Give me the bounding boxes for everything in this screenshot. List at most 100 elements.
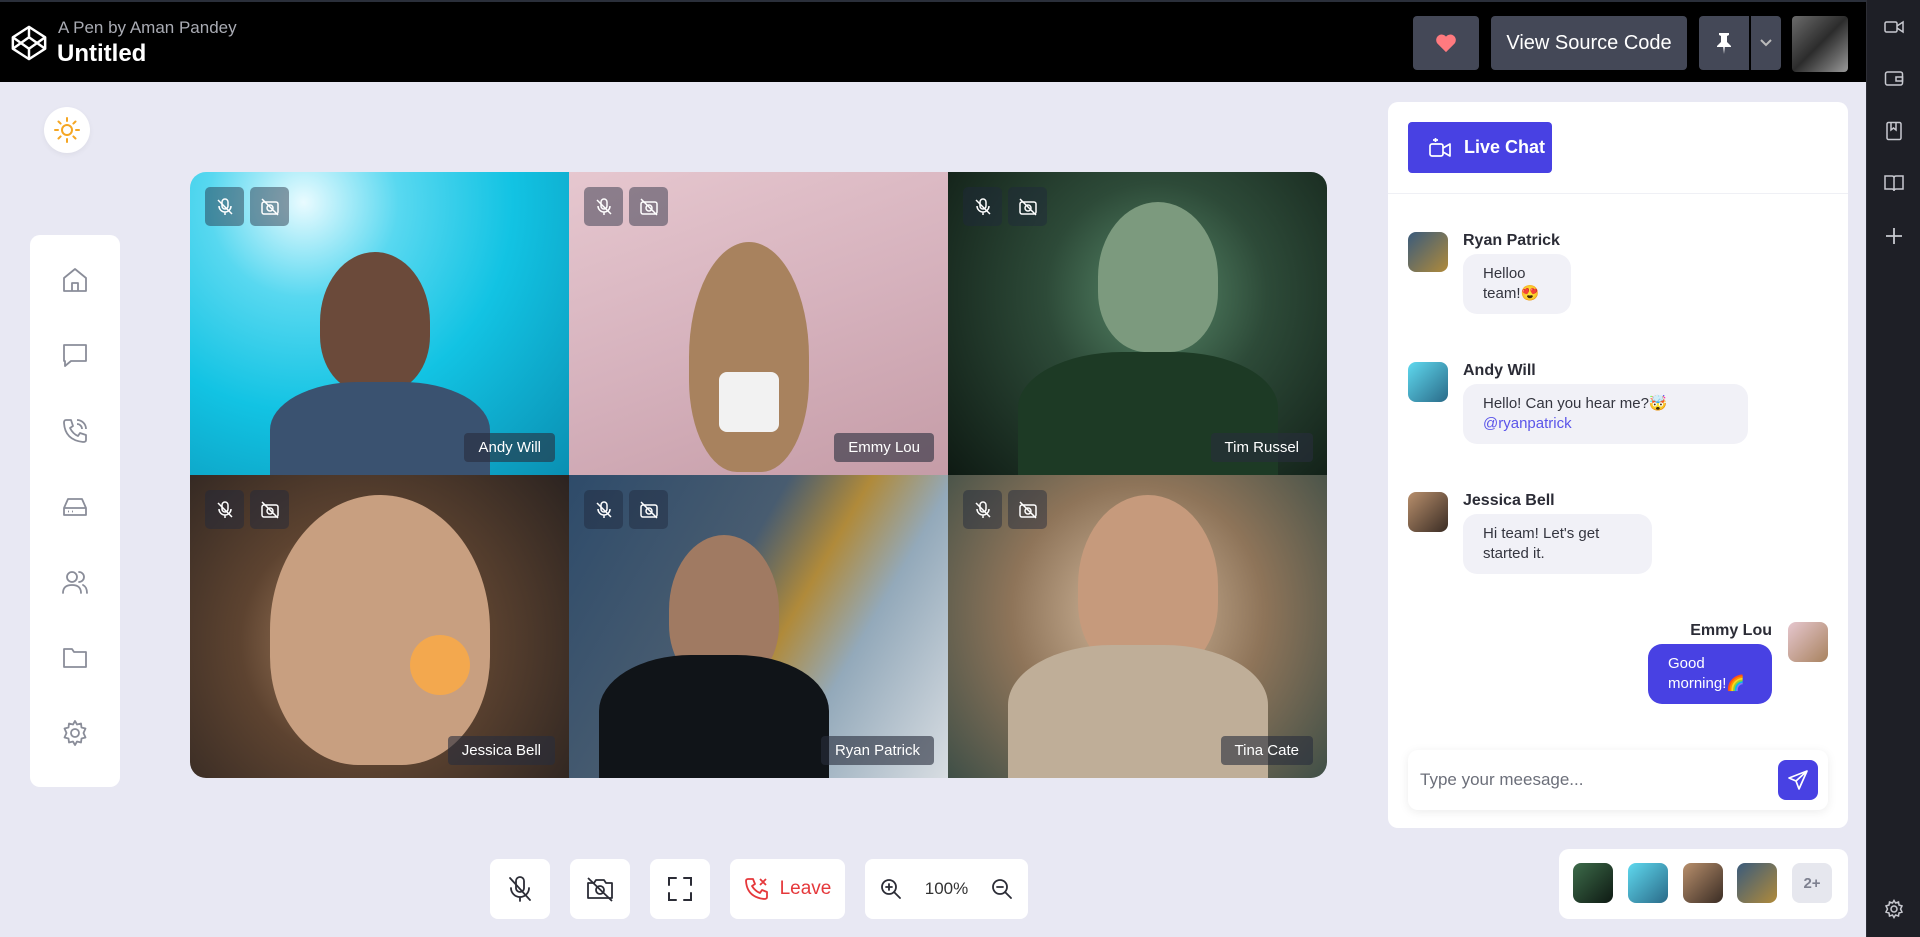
drive-icon (63, 498, 87, 516)
view-source-button[interactable]: View Source Code (1491, 16, 1687, 70)
sidebar-item-files[interactable] (59, 642, 91, 674)
zoom-out-icon[interactable] (990, 877, 1014, 901)
video-tile[interactable]: Tina Cate (948, 475, 1327, 778)
participant-clothing (270, 382, 490, 475)
participant-name: Jessica Bell (447, 736, 555, 765)
camera-off-toggle[interactable] (250, 490, 289, 529)
end-call-icon (744, 878, 768, 900)
participant-name: Ryan Patrick (820, 736, 934, 765)
mute-mic-button[interactable] (490, 859, 550, 919)
pen-author[interactable]: A Pen by Aman Pandey (58, 18, 237, 38)
sun-icon (54, 117, 80, 143)
sidebar-nav (30, 235, 120, 787)
camera-off-toggle[interactable] (629, 187, 668, 226)
send-icon (1788, 770, 1808, 790)
sidebar-item-storage[interactable] (59, 491, 91, 523)
participant-name: Tim Russel (1210, 433, 1313, 462)
chat-message: Jessica Bell Hi team! Let's get started … (1408, 492, 1828, 582)
camera-off-icon (639, 197, 658, 216)
mic-off-toggle[interactable] (205, 187, 244, 226)
camera-off-icon (639, 500, 658, 519)
open-book-icon[interactable] (1884, 173, 1904, 193)
camera-toggle-button[interactable] (570, 859, 630, 919)
user-avatar[interactable] (1792, 16, 1848, 72)
wallet-icon[interactable] (1884, 68, 1904, 88)
participant-clothing (599, 655, 829, 778)
camera-off-toggle[interactable] (1008, 187, 1047, 226)
leave-label: Leave (779, 878, 832, 899)
video-chat-icon (1429, 137, 1451, 157)
video-icon[interactable] (1884, 17, 1904, 37)
video-tile[interactable]: Ryan Patrick (569, 475, 948, 778)
video-tile[interactable]: Andy Will (190, 172, 569, 475)
mic-off-toggle[interactable] (963, 490, 1002, 529)
camera-off-icon (587, 877, 613, 902)
flower-decoration (410, 635, 470, 695)
message-text: Hello! Can you hear me?🤯 (1483, 395, 1668, 412)
more-participants-badge[interactable]: 2+ (1792, 863, 1832, 903)
chat-panel: Live Chat Ryan Patrick Helloo team!😍 And… (1388, 102, 1848, 828)
participant-video (320, 252, 430, 392)
chat-message-own: Emmy Lou Good morning!🌈 (1408, 622, 1828, 712)
message-author: Ryan Patrick (1463, 232, 1560, 249)
like-button[interactable] (1413, 16, 1479, 70)
message-bubble: Helloo team!😍 (1463, 254, 1571, 314)
theme-toggle-button[interactable] (44, 107, 90, 153)
live-chat-label: Live Chat (1464, 137, 1546, 157)
pen-title[interactable]: Untitled (57, 40, 146, 68)
message-input[interactable] (1420, 765, 1770, 795)
sidebar-item-users[interactable] (59, 566, 91, 598)
chat-icon (63, 344, 87, 367)
message-mention[interactable]: @ryanpatrick (1483, 414, 1728, 434)
camera-off-icon (1018, 500, 1037, 519)
video-tile[interactable]: Emmy Lou (569, 172, 948, 475)
message-avatar (1408, 362, 1448, 402)
pin-dropdown-button[interactable] (1751, 16, 1781, 70)
bookmark-book-icon[interactable] (1884, 121, 1904, 141)
camera-off-toggle[interactable] (1008, 490, 1047, 529)
sidebar-item-home[interactable] (59, 264, 91, 296)
camera-off-icon (260, 197, 279, 216)
message-avatar (1788, 622, 1828, 662)
message-author: Emmy Lou (1690, 622, 1772, 639)
mic-off-toggle[interactable] (584, 490, 623, 529)
video-tile[interactable]: Tim Russel (948, 172, 1327, 475)
participant-name: Tina Cate (1220, 736, 1313, 765)
message-text: Hi team! Let's get started it. (1483, 525, 1600, 562)
zoom-controls: 100% (865, 859, 1028, 919)
sidebar-item-calls[interactable] (59, 415, 91, 447)
leave-call-button[interactable]: Leave (730, 859, 845, 919)
message-bubble: Hi team! Let's get started it. (1463, 514, 1652, 574)
participant-avatar[interactable] (1683, 863, 1723, 903)
fullscreen-button[interactable] (650, 859, 710, 919)
phone-icon (63, 419, 87, 443)
sidebar-item-chat[interactable] (59, 339, 91, 371)
mic-off-toggle[interactable] (963, 187, 1002, 226)
video-tile[interactable]: Jessica Bell (190, 475, 569, 778)
zoom-level: 100% (924, 879, 969, 898)
participant-name: Andy Will (464, 433, 555, 462)
mic-off-icon (216, 500, 233, 518)
participant-avatar[interactable] (1628, 863, 1668, 903)
sidebar-item-settings[interactable] (59, 717, 91, 749)
gear-icon[interactable] (1884, 899, 1904, 919)
camera-off-icon (1018, 197, 1037, 216)
send-button[interactable] (1778, 760, 1818, 800)
live-chat-tab[interactable]: Live Chat (1408, 122, 1552, 173)
camera-off-icon (260, 500, 279, 519)
zoom-in-icon[interactable] (879, 877, 903, 901)
pin-button[interactable] (1699, 16, 1749, 70)
message-bubble: Good morning!🌈 (1648, 644, 1772, 704)
participant-avatar[interactable] (1573, 863, 1613, 903)
participant-video (270, 495, 490, 765)
mic-off-toggle[interactable] (205, 490, 244, 529)
mic-off-icon (595, 500, 612, 518)
camera-off-toggle[interactable] (250, 187, 289, 226)
message-bubble: Hello! Can you hear me?🤯 @ryanpatrick (1463, 384, 1748, 444)
mic-off-toggle[interactable] (584, 187, 623, 226)
plus-icon[interactable] (1884, 226, 1904, 246)
participant-avatar[interactable] (1737, 863, 1777, 903)
users-icon (62, 571, 88, 594)
codepen-logo-icon[interactable] (10, 24, 48, 62)
camera-off-toggle[interactable] (629, 490, 668, 529)
